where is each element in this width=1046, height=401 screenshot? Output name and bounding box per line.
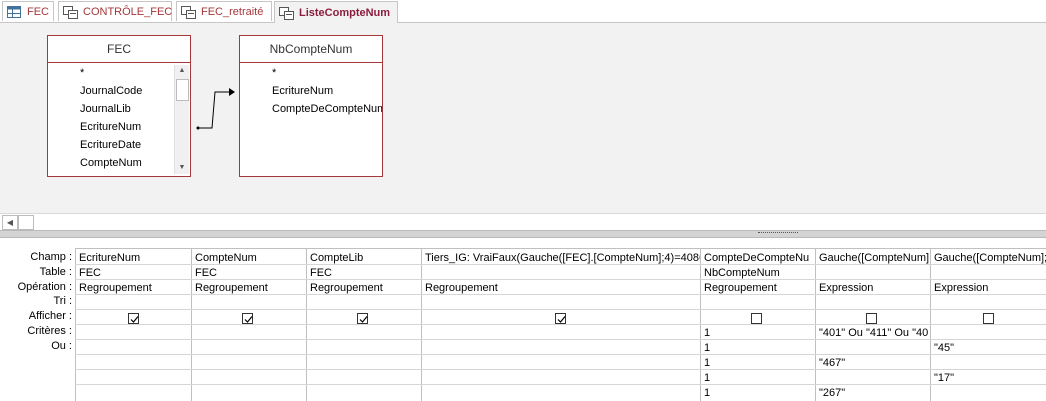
grid-row-divider xyxy=(75,369,1046,370)
tab-label: CONTRÔLE_FEC xyxy=(83,5,173,18)
field-list-scrollbar[interactable]: ▲ ▼ xyxy=(174,65,189,174)
field-item[interactable]: * xyxy=(80,67,84,79)
grid-row-divider xyxy=(75,324,1046,325)
tab-listecomptenum[interactable]: ListeCompteNum xyxy=(274,1,398,23)
grid-row-divider xyxy=(75,339,1046,340)
cell-criteria[interactable]: 1 xyxy=(704,357,710,369)
cell-champ[interactable]: EcritureNum xyxy=(79,252,140,264)
cell-criteria[interactable]: 1 xyxy=(704,387,710,399)
field-item[interactable]: JournalLib xyxy=(80,103,131,115)
cell-champ[interactable]: Gauche([CompteNum]; xyxy=(934,252,1046,264)
document-tab-bar: FEC CONTRÔLE_FEC FEC_retraité ListeCompt… xyxy=(0,0,1046,23)
table-icon xyxy=(7,5,21,18)
row-label-champ: Champ : xyxy=(30,251,72,263)
tab-fec-retraite[interactable]: FEC_retraité xyxy=(176,1,272,21)
scroll-down-icon[interactable]: ▼ xyxy=(175,162,189,174)
field-item[interactable]: * xyxy=(272,67,276,79)
cell-champ[interactable]: CompteNum xyxy=(195,252,257,264)
field-item[interactable]: EcritureNum xyxy=(80,121,141,133)
design-pane-hscrollbar[interactable]: ◀ xyxy=(0,213,1046,230)
cell-operation[interactable]: Expression xyxy=(934,282,988,294)
table-title[interactable]: FEC xyxy=(48,36,190,63)
table-title[interactable]: NbCompteNum xyxy=(240,36,382,63)
query-grid: Champ : Table : Opération : Tri : Affich… xyxy=(0,238,1046,401)
field-item[interactable]: JournalCode xyxy=(80,85,142,97)
cell-criteria[interactable]: "17" xyxy=(934,372,954,384)
cell-operation[interactable]: Regroupement xyxy=(310,282,383,294)
scroll-thumb[interactable] xyxy=(176,79,189,101)
show-checkbox[interactable] xyxy=(983,313,994,324)
cell-table[interactable]: NbCompteNum xyxy=(704,267,780,279)
pane-splitter[interactable] xyxy=(0,230,1046,238)
cell-criteria[interactable]: 1 xyxy=(704,327,710,339)
cell-criteria[interactable]: "401" Ou "411" Ou "40 xyxy=(819,327,928,339)
cell-operation[interactable]: Regroupement xyxy=(195,282,268,294)
cell-table[interactable]: FEC xyxy=(310,267,332,279)
grid-row-divider xyxy=(75,309,1046,310)
grid-column[interactable]: CompteDeCompteNu NbCompteNum Regroupemen… xyxy=(701,249,816,401)
row-label-criteres: Critères : xyxy=(27,325,72,337)
query-icon xyxy=(279,6,294,20)
cell-operation[interactable]: Regroupement xyxy=(704,282,777,294)
table-box-fec[interactable]: FEC * JournalCode JournalLib EcritureNum… xyxy=(47,35,191,177)
cell-champ[interactable]: CompteDeCompteNu xyxy=(704,252,809,264)
query-icon xyxy=(181,5,196,19)
cell-operation[interactable]: Regroupement xyxy=(425,282,498,294)
grid-column[interactable]: Gauche([CompteNum]; Expression "45" "17" xyxy=(931,249,1046,401)
show-checkbox[interactable] xyxy=(555,313,566,324)
field-item[interactable]: EcritureNum xyxy=(272,85,333,97)
cell-table[interactable]: FEC xyxy=(195,267,217,279)
cell-operation[interactable]: Expression xyxy=(819,282,873,294)
grid-row-divider xyxy=(75,384,1046,385)
field-item[interactable]: CompteNum xyxy=(80,157,142,169)
cell-criteria[interactable]: 1 xyxy=(704,342,710,354)
query-icon xyxy=(63,5,78,19)
row-label-tri: Tri : xyxy=(53,295,72,307)
row-label-table: Table : xyxy=(39,266,72,278)
cell-champ[interactable]: Tiers_IG: VraiFaux(Gauche([FEC].[CompteN… xyxy=(425,252,700,264)
table-design-pane: FEC * JournalCode JournalLib EcritureNum… xyxy=(0,23,1046,213)
tab-label: FEC_retraité xyxy=(201,5,264,18)
join-line[interactable] xyxy=(195,83,240,133)
cell-champ[interactable]: CompteLib xyxy=(310,252,363,264)
tab-label: FEC xyxy=(27,5,49,18)
scroll-thumb[interactable] xyxy=(18,215,34,230)
show-checkbox[interactable] xyxy=(866,313,877,324)
row-label-afficher: Afficher : xyxy=(28,310,72,322)
show-checkbox[interactable] xyxy=(128,313,139,324)
show-checkbox[interactable] xyxy=(357,313,368,324)
grid-row-divider xyxy=(75,264,1046,265)
grid-row-divider xyxy=(75,294,1046,295)
cell-operation[interactable]: Regroupement xyxy=(79,282,152,294)
scroll-up-icon[interactable]: ▲ xyxy=(175,65,189,77)
cell-criteria[interactable]: "267" xyxy=(819,387,845,399)
scroll-left-icon[interactable]: ◀ xyxy=(2,215,18,230)
field-item[interactable]: EcritureDate xyxy=(80,139,141,151)
grid-column[interactable]: EcritureNum FEC Regroupement xyxy=(76,249,192,401)
field-item[interactable]: CompteDeCompteNum xyxy=(272,103,382,115)
grid-column[interactable]: CompteNum FEC Regroupement xyxy=(192,249,307,401)
show-checkbox[interactable] xyxy=(751,313,762,324)
table-box-nbcomptenum[interactable]: NbCompteNum * EcritureNum CompteDeCompte… xyxy=(239,35,383,177)
grid-row-divider xyxy=(75,354,1046,355)
show-checkbox[interactable] xyxy=(242,313,253,324)
grid-column[interactable]: Gauche([CompteNum]; Expression "401" Ou … xyxy=(816,249,931,401)
tab-fec[interactable]: FEC xyxy=(2,1,54,21)
grid-column[interactable]: CompteLib FEC Regroupement xyxy=(307,249,422,401)
row-label-operation: Opération : xyxy=(17,281,72,293)
tab-label: ListeCompteNum xyxy=(299,6,391,19)
splitter-grip[interactable] xyxy=(758,232,798,235)
cell-criteria[interactable]: "45" xyxy=(934,342,954,354)
grid-row-divider xyxy=(75,279,1046,280)
grid-column[interactable]: Tiers_IG: VraiFaux(Gauche([FEC].[CompteN… xyxy=(422,249,701,401)
cell-criteria[interactable]: "467" xyxy=(819,357,845,369)
tab-controle-fec[interactable]: CONTRÔLE_FEC xyxy=(58,1,172,21)
cell-table[interactable]: FEC xyxy=(79,267,101,279)
cell-criteria[interactable]: 1 xyxy=(704,372,710,384)
cell-champ[interactable]: Gauche([CompteNum]; xyxy=(819,252,930,264)
row-label-ou: Ou : xyxy=(51,340,72,352)
